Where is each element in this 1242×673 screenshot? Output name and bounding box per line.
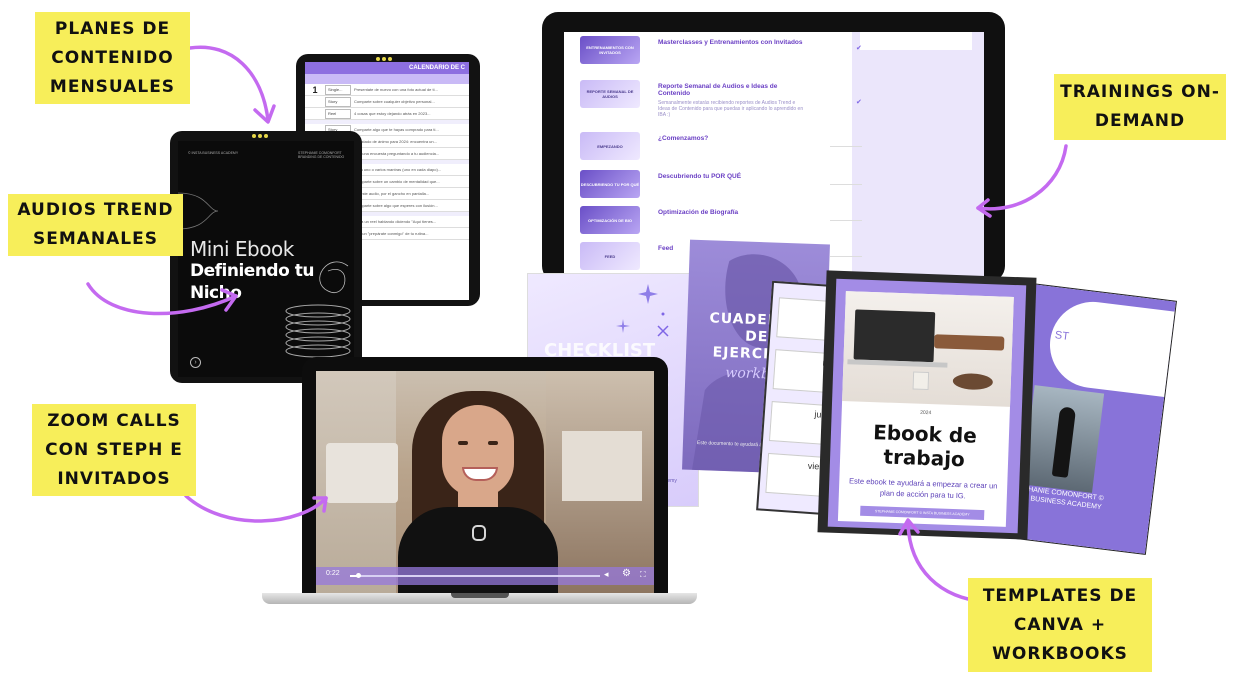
callout-trainings-l2: DEMAND	[1094, 111, 1186, 131]
callout-zoom: ZOOM CALLS CON STEPH E INVITADOS	[32, 404, 196, 496]
callout-templates-l1: TEMPLATES DE	[982, 585, 1138, 606]
callout-templates: TEMPLATES DE CANVA + WORKBOOKS	[968, 578, 1152, 672]
callout-audios-l1: AUDIOS TREND	[17, 200, 174, 220]
callout-zoom-l2: CON STEPH E	[45, 439, 183, 460]
callout-templates-l3: WORKBOOKS	[992, 643, 1128, 664]
arrow-zoom-icon	[184, 494, 328, 523]
callout-zoom-l3: INVITADOS	[57, 468, 171, 489]
callout-planes-l1: PLANES DE	[54, 18, 171, 39]
callout-trainings: TRAININGS ON- DEMAND	[1054, 74, 1226, 140]
callout-planes: PLANES DE CONTENIDO MENSUALES	[35, 12, 190, 104]
callout-audios-l2: SEMANALES	[32, 229, 158, 249]
arrow-trainings-icon	[976, 144, 1068, 218]
callout-planes-l2: CONTENIDO	[51, 47, 174, 68]
arrow-audios-icon	[86, 282, 238, 316]
callout-trainings-l1: TRAININGS ON-	[1060, 82, 1220, 102]
callout-templates-l2: CANVA +	[1013, 614, 1107, 635]
callout-zoom-l1: ZOOM CALLS	[47, 410, 181, 431]
callout-audios: AUDIOS TREND SEMANALES	[8, 194, 183, 256]
callout-planes-l3: MENSUALES	[49, 76, 176, 97]
arrow-planes-icon	[188, 45, 276, 124]
